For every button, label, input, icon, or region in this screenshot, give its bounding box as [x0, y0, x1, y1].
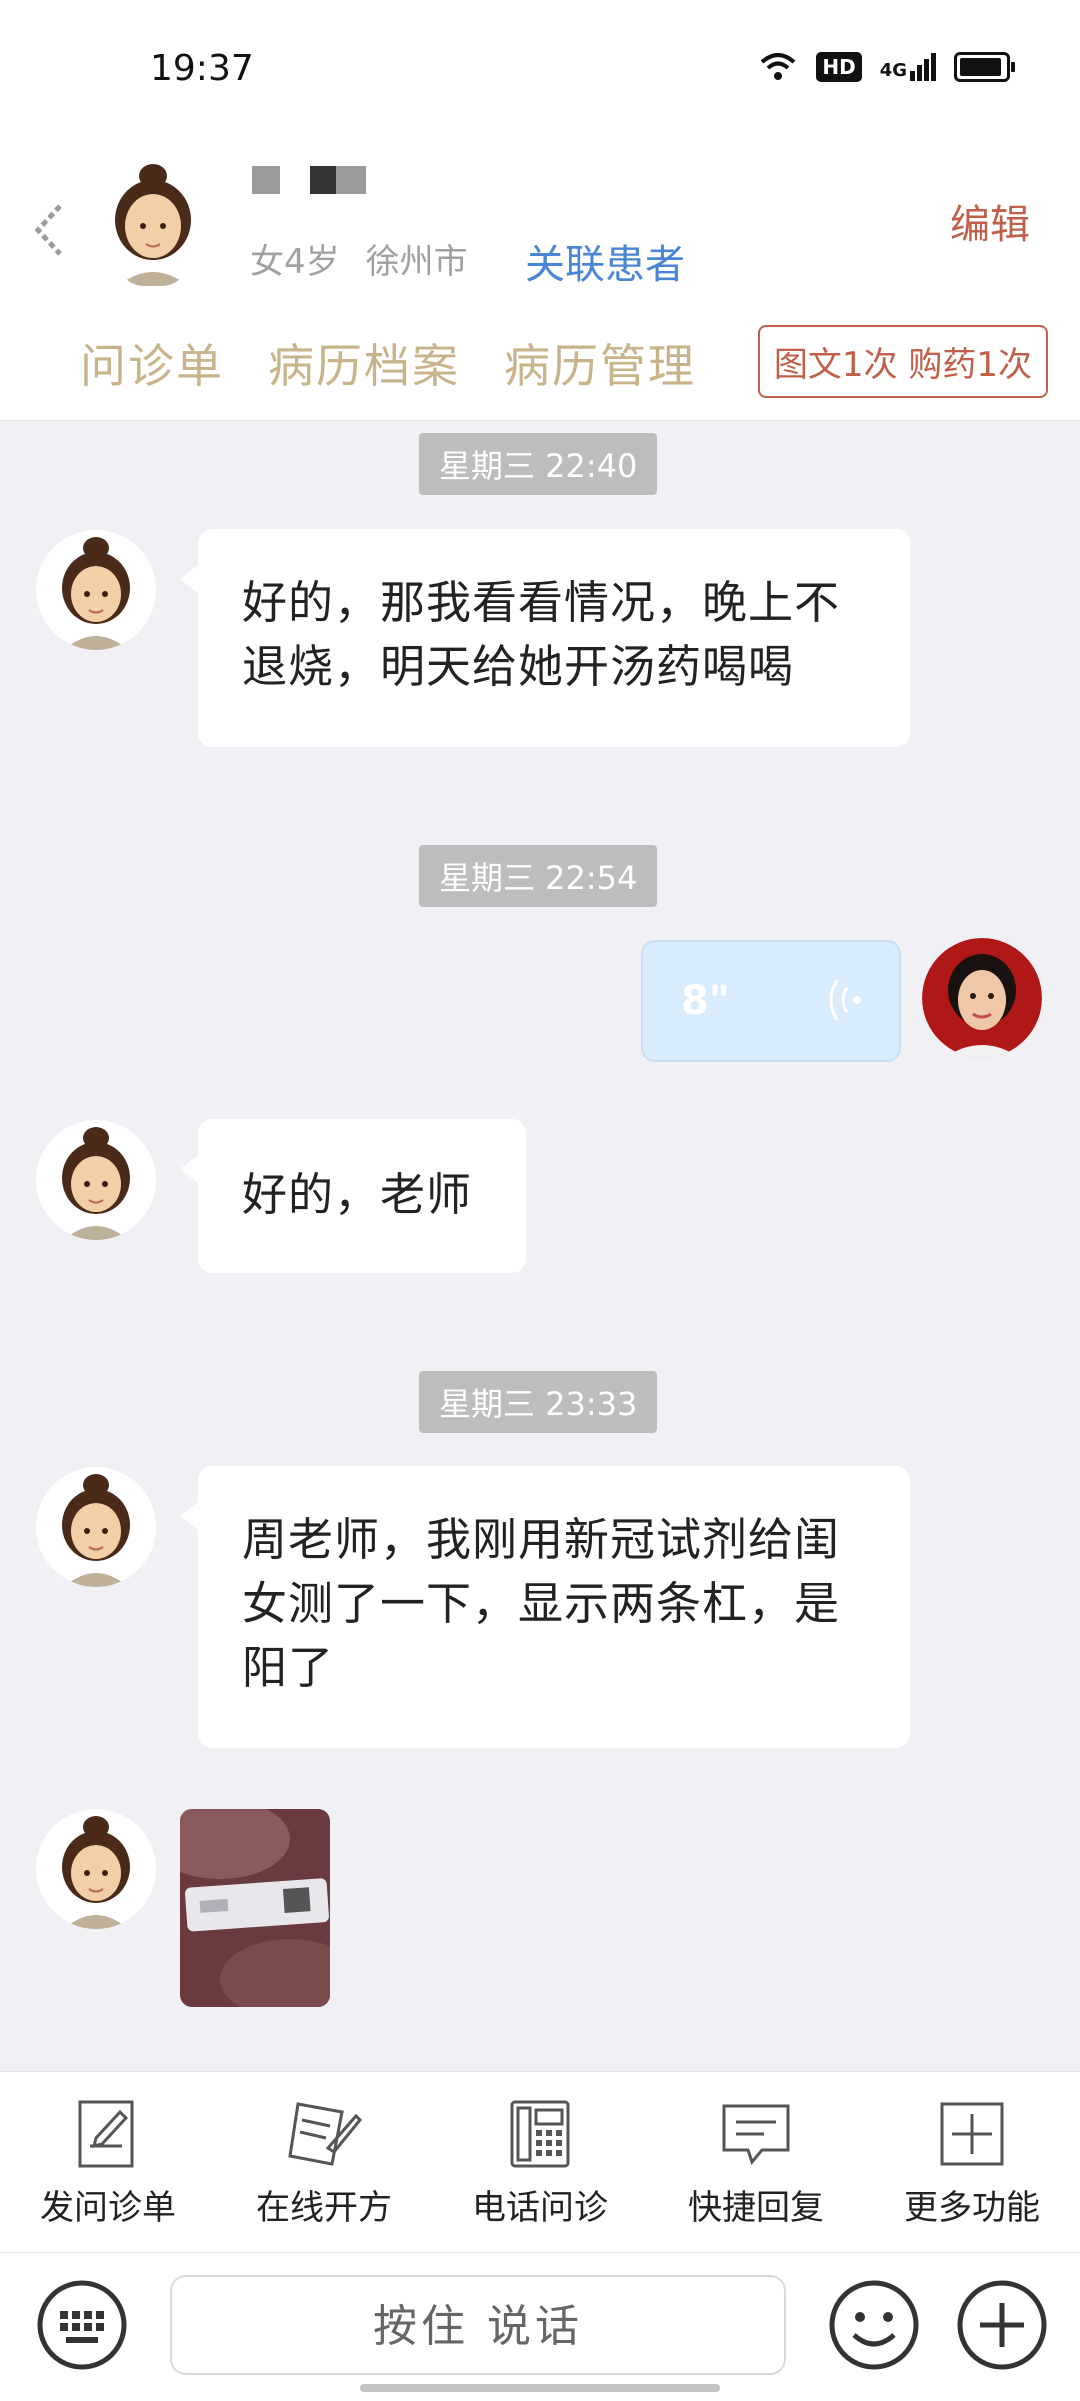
chat-bubble-icon: [722, 2104, 790, 2166]
patient-message-avatar[interactable]: [36, 1467, 156, 1587]
doctor-avatar[interactable]: [922, 938, 1042, 1058]
hd-badge: HD: [816, 52, 862, 82]
message-timestamp: 星期三 22:40: [419, 433, 658, 495]
prescription-pen-icon: [288, 2102, 363, 2166]
patient-image-message[interactable]: [180, 1809, 330, 2007]
send-consult-form-label: 发问诊单: [40, 2188, 176, 2228]
patient-text-message[interactable]: 好的，那我看看情况，晚上不退烧，明天给她开汤药喝喝: [180, 529, 910, 747]
patient-age: 4岁: [284, 242, 340, 282]
masked-patient-name: [252, 166, 366, 194]
patient-gender: 女: [250, 242, 284, 282]
form-edit-icon: [78, 2100, 134, 2168]
emoji-icon[interactable]: [826, 2277, 922, 2373]
status-time: 19:37: [150, 48, 254, 89]
online-prescription-button[interactable]: 在线开方: [216, 2072, 432, 2252]
keyboard-icon[interactable]: [34, 2277, 130, 2373]
back-arrow-icon[interactable]: [30, 200, 70, 260]
patient-message-avatar[interactable]: [36, 530, 156, 650]
chat-area[interactable]: 星期三 22:40 好的，那我看看情况，晚上不退烧，明天给她开汤药喝喝 星期三 …: [0, 421, 1080, 2071]
phone-consult-label: 电话问诊: [472, 2188, 608, 2228]
tab-record-management[interactable]: 病历管理: [504, 330, 696, 396]
more-functions-button[interactable]: 更多功能: [864, 2072, 1080, 2252]
more-functions-label: 更多功能: [904, 2188, 1040, 2228]
function-toolbar: 发问诊单 在线开方 电话问诊 快捷回复 更多功能: [0, 2071, 1080, 2252]
tab-consult-form[interactable]: 问诊单: [80, 330, 224, 396]
plus-square-icon: [940, 2102, 1004, 2166]
battery-icon: [954, 52, 1015, 82]
patient-message-avatar[interactable]: [36, 1809, 156, 1929]
home-indicator[interactable]: [360, 2384, 720, 2392]
patient-text-message[interactable]: 周老师，我刚用新冠试剂给闺女测了一下，显示两条杠，是阳了: [180, 1466, 910, 1748]
status-icons: HD 4G: [758, 52, 1015, 82]
message-timestamp: 星期三 22:54: [419, 845, 658, 907]
patient-header: 女4岁 徐州市 关联患者 编辑 问诊单 病历档案 病历管理 图文1次 购药1次: [0, 140, 1080, 421]
online-prescription-label: 在线开方: [256, 2188, 392, 2228]
patient-message-avatar[interactable]: [36, 1120, 156, 1240]
patient-avatar[interactable]: [108, 158, 198, 286]
status-bar: 19:37 HD 4G: [0, 0, 1080, 140]
message-timestamp: 星期三 23:33: [419, 1371, 658, 1433]
phone-consult-button[interactable]: 电话问诊: [432, 2072, 648, 2252]
wifi-icon: [761, 53, 796, 80]
record-tabs: 问诊单 病历档案 病历管理: [80, 330, 696, 396]
send-consult-form-button[interactable]: 发问诊单: [0, 2072, 216, 2252]
quick-reply-button[interactable]: 快捷回复: [648, 2072, 864, 2252]
cell-signal-icon: 4G: [880, 53, 936, 81]
service-quota-badge[interactable]: 图文1次 购药1次: [757, 325, 1048, 398]
patient-info: 女4岁 徐州市: [250, 234, 468, 283]
network-type-label: 4G: [879, 60, 907, 81]
tab-medical-records[interactable]: 病历档案: [268, 330, 460, 396]
photo-thumbnail-icon: [180, 1809, 330, 2007]
voice-duration: 8": [681, 978, 730, 1024]
edit-button[interactable]: 编辑: [950, 192, 1030, 250]
phone-icon: [510, 2100, 570, 2168]
plus-circle-icon[interactable]: [954, 2277, 1050, 2373]
link-patient-button[interactable]: 关联患者: [525, 232, 685, 290]
patient-city: 徐州市: [365, 242, 468, 282]
input-bar: 按住 说话: [0, 2252, 1080, 2401]
quick-reply-label: 快捷回复: [688, 2188, 824, 2228]
doctor-voice-message[interactable]: 8": [641, 940, 901, 1062]
patient-text-message[interactable]: 好的，老师: [180, 1119, 526, 1273]
voice-wave-icon: [829, 979, 861, 1021]
hold-to-talk-button[interactable]: 按住 说话: [170, 2275, 786, 2375]
